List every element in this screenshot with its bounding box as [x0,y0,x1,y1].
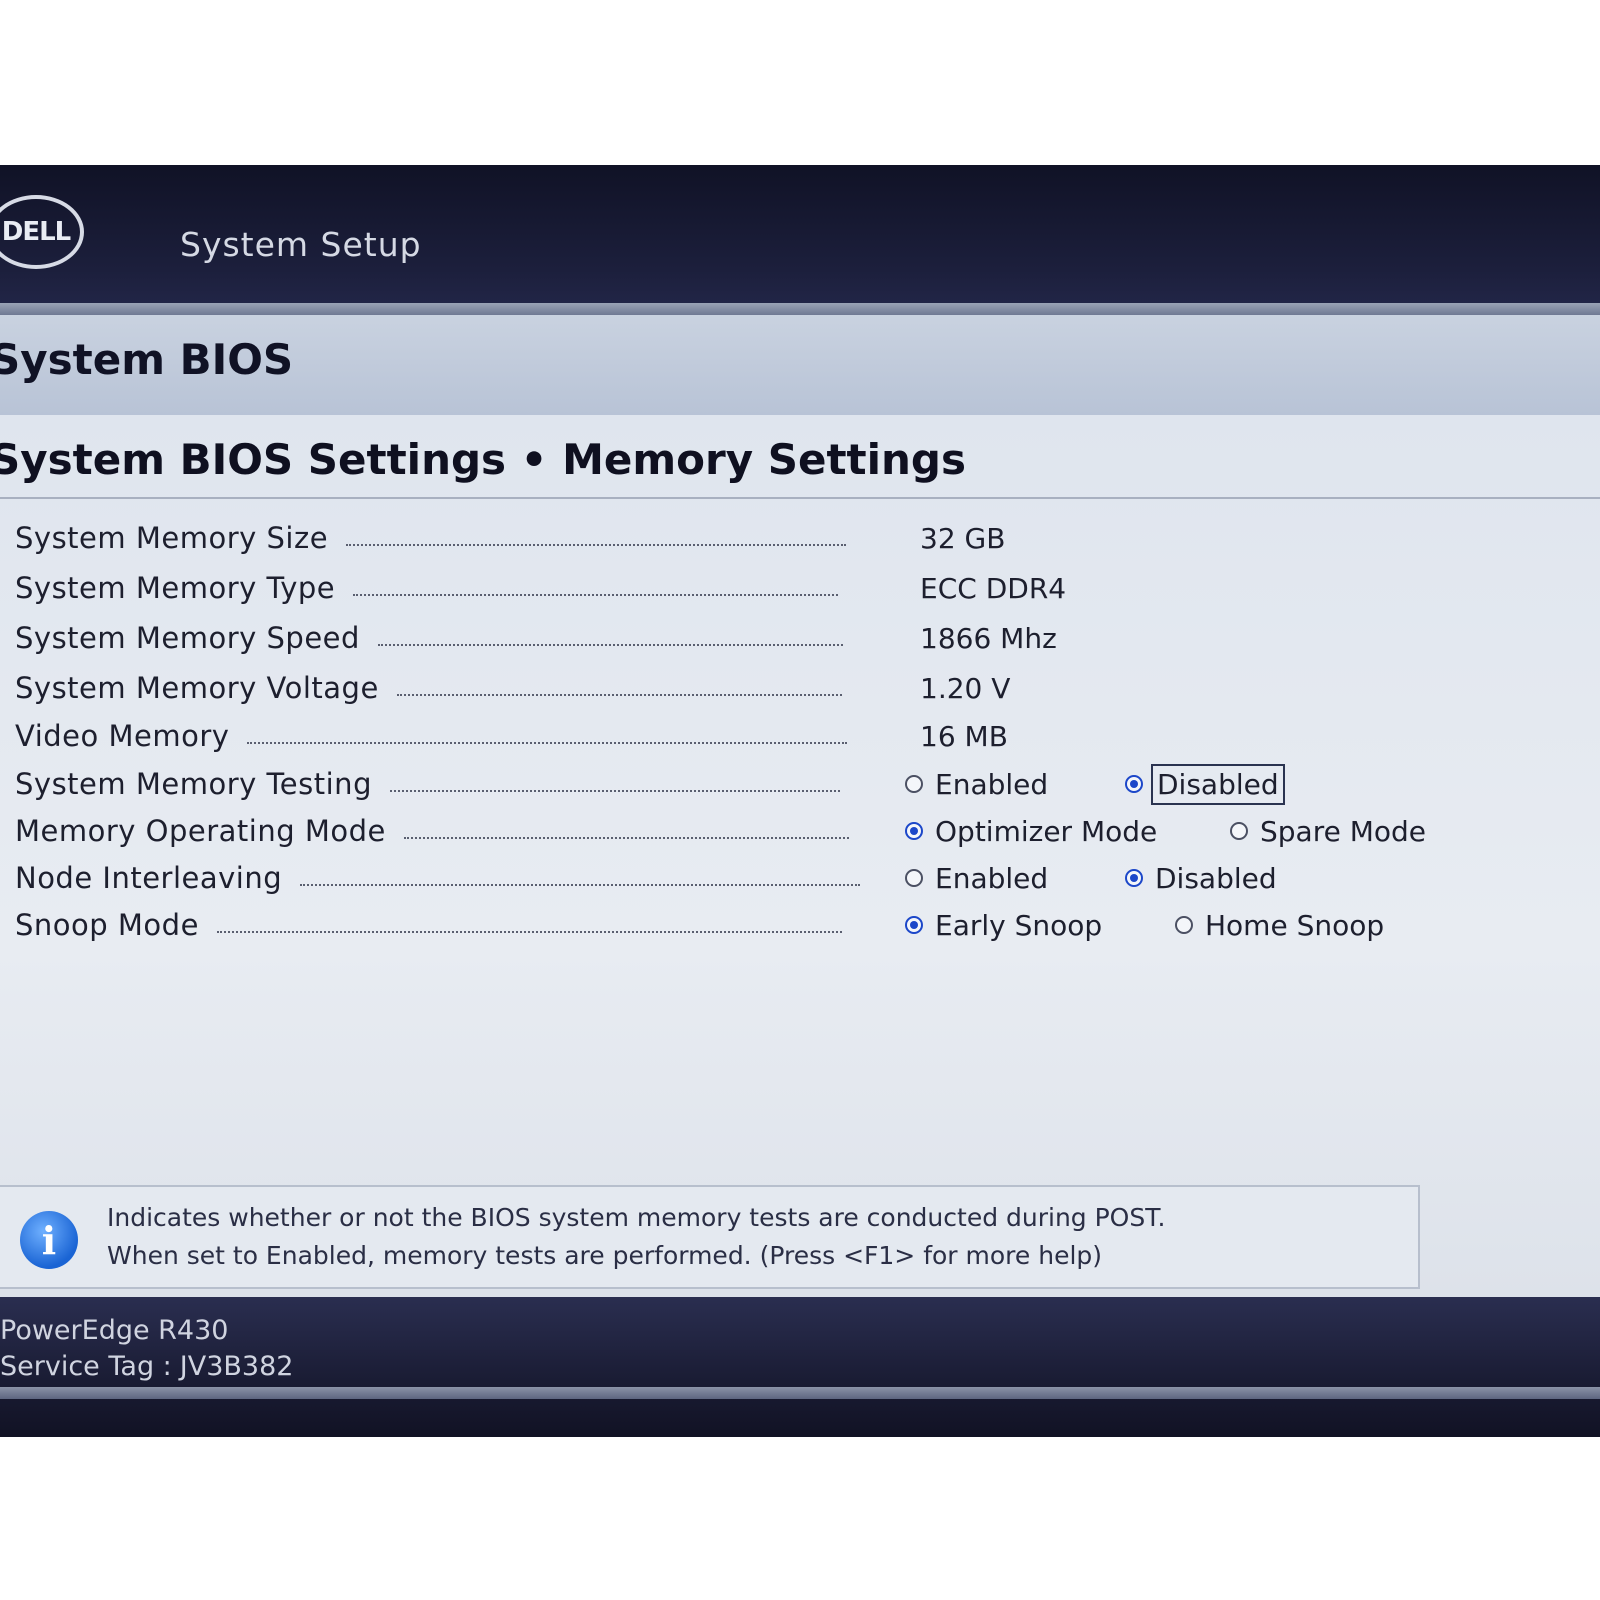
setting-row-video-memory: Video Memory 16 MB [15,713,1575,759]
section-band: System BIOS [0,315,1600,415]
setting-value: 16 MB [920,719,1008,753]
radio-node-interleaving-enabled[interactable]: Enabled [905,862,1048,895]
setting-row-memory-testing[interactable]: System Memory Testing Enabled Disabled [15,761,1575,807]
service-tag-value: JV3B382 [179,1351,294,1382]
radio-node-interleaving-disabled[interactable]: Disabled [1125,862,1277,895]
setting-label: Snoop Mode [15,908,199,942]
radio-selected-icon [905,822,923,840]
radio-unselected-icon [1230,822,1248,840]
service-tag-label: Service Tag : [0,1351,172,1382]
dotted-leader [389,790,840,792]
dotted-leader [247,742,848,744]
page-title: System BIOS Settings • Memory Settings [0,435,966,484]
setting-row-snoop-mode[interactable]: Snoop Mode Early Snoop Home Snoop [15,902,1575,948]
radio-memory-testing-disabled[interactable]: Disabled [1125,763,1285,805]
help-text-line: Indicates whether or not the BIOS system… [107,1203,1166,1232]
app-title: System Setup [180,225,422,264]
setting-row-node-interleaving[interactable]: Node Interleaving Enabled Disabled [15,855,1575,901]
footer-bar: PowerEdge R430 Service Tag : JV3B382 [0,1297,1600,1437]
setting-label: System Memory Type [15,571,336,605]
radio-selected-icon [1125,775,1143,793]
radio-unselected-icon [905,775,923,793]
setting-label: Node Interleaving [15,861,283,895]
setting-row-memory-operating-mode[interactable]: Memory Operating Mode Optimizer Mode Spa… [15,808,1575,854]
bios-screen: DELL System Setup System BIOS System BIO… [0,165,1600,1437]
setting-value: 1866 Mhz [920,621,1057,655]
dotted-leader [346,544,847,546]
dotted-leader [403,837,849,839]
radio-spare-mode[interactable]: Spare Mode [1230,815,1426,848]
title-divider [0,497,1600,499]
help-text-line: When set to Enabled, memory tests are pe… [107,1241,1103,1270]
dotted-leader [353,594,839,596]
system-model: PowerEdge R430 [0,1315,229,1346]
dotted-leader [216,931,842,933]
header-bar: DELL System Setup [0,165,1600,315]
radio-unselected-icon [905,869,923,887]
setting-row-memory-size: System Memory Size 32 GB [15,515,1575,561]
setting-label: System Memory Size [15,521,329,555]
dell-logo: DELL [0,195,84,269]
radio-home-snoop[interactable]: Home Snoop [1175,909,1384,942]
setting-value: ECC DDR4 [920,571,1067,605]
setting-value: 1.20 V [920,671,1011,705]
radio-unselected-icon [1175,916,1193,934]
footer-divider [0,1387,1600,1399]
setting-label: System Memory Voltage [15,671,379,705]
setting-label: Memory Operating Mode [15,814,386,848]
help-text: Indicates whether or not the BIOS system… [107,1199,1398,1275]
radio-selected-icon [905,916,923,934]
info-icon: i [20,1211,78,1269]
setting-label: System Memory Speed [15,621,360,655]
setting-row-memory-voltage: System Memory Voltage 1.20 V [15,665,1575,711]
radio-selected-icon [1125,869,1143,887]
setting-row-memory-type: System Memory Type ECC DDR4 [15,565,1575,611]
help-box: i Indicates whether or not the BIOS syst… [0,1185,1420,1289]
radio-memory-testing-enabled[interactable]: Enabled [905,768,1048,801]
settings-panel: System BIOS Settings • Memory Settings S… [0,415,1600,1297]
service-tag: Service Tag : JV3B382 [0,1351,293,1382]
dotted-leader [377,644,843,646]
setting-label: System Memory Testing [15,767,372,801]
dotted-leader [300,884,861,886]
dotted-leader [396,694,842,696]
radio-optimizer-mode[interactable]: Optimizer Mode [905,815,1157,848]
setting-row-memory-speed: System Memory Speed 1866 Mhz [15,615,1575,661]
header-divider [0,303,1600,315]
setting-value: 32 GB [920,521,1006,555]
section-title: System BIOS [0,335,294,384]
setting-label: Video Memory [15,719,230,753]
radio-early-snoop[interactable]: Early Snoop [905,909,1102,942]
